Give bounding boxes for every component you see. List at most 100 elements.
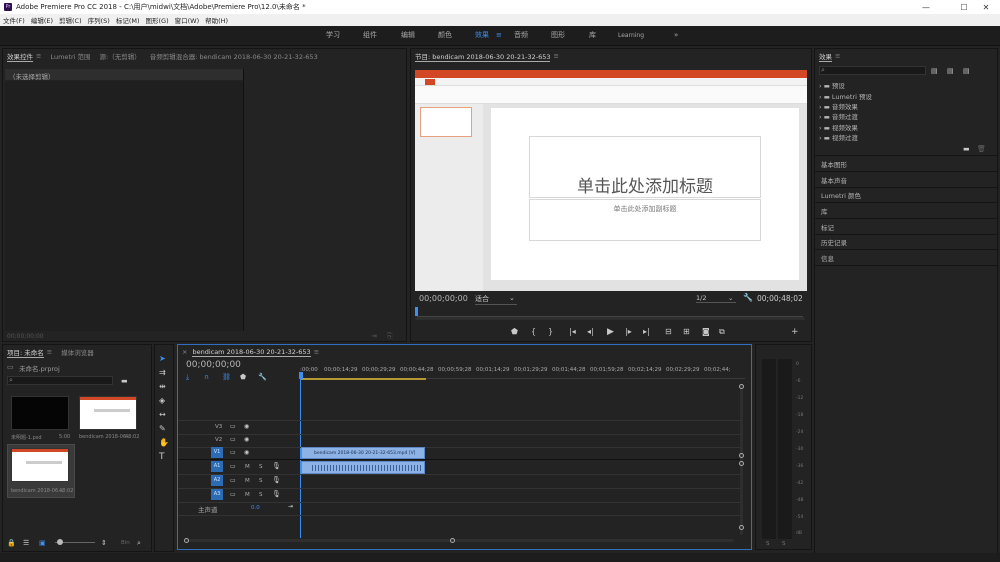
tab-source[interactable]: 源:（无剪辑） [100,51,141,61]
linked-selection-icon[interactable]: ⛓ [222,373,231,381]
workspace-menu-icon[interactable]: ≡ [496,26,502,45]
section-lumetri-color[interactable]: Lumetri 颜色 [821,190,861,200]
lock-icon[interactable]: 🔒 [7,539,16,547]
project-search-input[interactable]: ⌕ [7,376,113,385]
effects-search-input[interactable]: ⌕ [819,66,926,75]
wrench-icon[interactable]: 🔧 [258,373,267,381]
track-select-tool-icon[interactable]: ⇉ [159,369,166,377]
workspace-graphics[interactable]: 图形 [551,26,565,45]
project-item-thumbnail[interactable] [11,396,69,430]
close-button[interactable]: ✕ [972,0,1000,14]
scroll-handle[interactable] [739,525,744,530]
sort-icon[interactable]: ⇕ [101,539,107,547]
track-label-v3[interactable]: V3 [215,424,222,430]
menu-window[interactable]: 窗口(W) [172,15,203,25]
go-to-end-icon[interactable]: ⇥ [288,503,293,511]
type-tool-icon[interactable]: T [159,453,165,462]
meter-solo-button[interactable]: S [782,541,786,547]
workspace-learning[interactable]: Learning [618,26,644,45]
master-volume-value[interactable]: 0.0 [251,505,260,511]
workspace-editing[interactable]: 编辑 [401,26,415,45]
export-icon[interactable]: ⎘ [387,332,393,340]
solo-button[interactable]: S [259,492,263,498]
mute-button[interactable]: M [245,464,250,470]
zoom-slider-handle[interactable] [57,539,63,545]
scroll-handle[interactable] [739,384,744,389]
razor-tool-icon[interactable]: ◈ [159,397,165,405]
32bit-effects-icon[interactable]: ▤ [947,67,954,75]
scroll-handle[interactable] [739,461,744,466]
timeline-menu-icon[interactable]: ≡ [314,348,319,356]
section-markers[interactable]: 标记 [821,222,834,232]
step-forward-icon[interactable]: |▸ [625,328,632,336]
workspace-color[interactable]: 颜色 [438,26,452,45]
solo-button[interactable]: S [259,478,263,484]
workspace-libraries[interactable]: 库 [589,26,596,45]
search-icon[interactable]: ⌕ [137,539,141,547]
extract-icon[interactable]: ⊞ [683,328,690,336]
section-essential-graphics[interactable]: 基本图形 [821,159,847,169]
filter-icon[interactable]: ⇥ [371,332,377,340]
timeline-ruler[interactable]: :00;00 00;00;14;29 00;00;29;29 00;00;44;… [300,365,745,379]
menu-edit[interactable]: 编辑(E) [28,15,56,25]
track-target-v1[interactable]: V1 [211,447,223,458]
tab-menu-icon[interactable]: ≡ [36,52,41,60]
timeline-horizontal-scrollbar[interactable] [186,539,734,542]
video-clip[interactable]: bendicam 2018-06-30 20-21-32-653.mp4 [V] [301,447,425,459]
audio-clip-a1[interactable] [301,461,425,474]
minimize-button[interactable]: — [912,0,940,14]
section-essential-sound[interactable]: 基本声音 [821,175,847,185]
mute-button[interactable]: M [245,478,250,484]
effects-tree-item[interactable]: › ▬ 预设 [819,80,845,90]
list-view-icon[interactable]: ☰ [23,539,29,547]
project-menu-icon[interactable]: ≡ [47,348,52,356]
menu-marker[interactable]: 标记(M) [113,15,143,25]
yuv-effects-icon[interactable]: ▤ [963,67,970,75]
scroll-handle[interactable] [184,538,189,543]
timeline-close-icon[interactable]: × [182,348,187,356]
add-marker-icon[interactable]: ⬟ [240,373,246,381]
hand-tool-icon[interactable]: ✋ [159,439,169,447]
menu-help[interactable]: 帮助(H) [202,15,231,25]
selection-tool-icon[interactable]: ➤ [159,355,166,363]
solo-button[interactable]: S [259,464,263,470]
comparison-view-icon[interactable]: ⧉ [719,328,725,336]
workspace-overflow-icon[interactable]: » [674,26,678,45]
section-libraries[interactable]: 库 [821,206,828,216]
program-playhead[interactable] [415,307,418,316]
program-playhead-timecode[interactable]: 00;00;00;00 [419,294,468,303]
eye-icon[interactable]: ◉ [244,449,249,457]
effects-title[interactable]: 效果 [819,51,832,62]
tab-project[interactable]: 项目: 未命名 [7,347,44,358]
go-to-out-icon[interactable]: ▸| [643,328,650,336]
program-menu-icon[interactable]: ≡ [553,52,558,60]
program-title[interactable]: 节目: bendicam 2018-06-30 20-21-32-653 [415,51,551,62]
mark-out-icon[interactable]: } [548,328,553,336]
play-icon[interactable]: ▶ [607,328,614,337]
mute-button[interactable]: M [245,492,250,498]
workspace-audio[interactable]: 音频 [514,26,528,45]
effects-tree-item[interactable]: › ▬ 视频过渡 [819,132,858,142]
sync-lock-icon[interactable]: ▭ [230,436,236,444]
microphone-icon[interactable]: 🎙 [272,476,281,484]
effects-tree-item[interactable]: › ▬ Lumetri 预设 [819,91,872,101]
track-label-v2[interactable]: V2 [215,437,222,443]
new-bin-icon[interactable]: ▬ [963,145,970,153]
workspace-learn[interactable]: 学习 [326,26,340,45]
tab-audio-clip-mixer[interactable]: 音频剪辑混合器: bendicam 2018-06-30 20-21-32-65… [150,51,318,61]
scroll-handle[interactable] [739,453,744,458]
timeline-vertical-scrollbar[interactable] [740,385,743,535]
program-time-ruler[interactable] [417,309,803,317]
eye-icon[interactable]: ◉ [244,423,249,431]
project-item-thumbnail[interactable] [79,396,137,430]
eye-icon[interactable]: ◉ [244,436,249,444]
workspace-effects[interactable]: 效果 [475,26,489,45]
ripple-edit-tool-icon[interactable]: ⇹ [159,383,166,391]
menu-file[interactable]: 文件(F) [0,15,28,25]
workspace-assembly[interactable]: 组件 [363,26,377,45]
icon-view-icon[interactable]: ▣ [39,539,46,547]
program-video-frame[interactable]: 单击此处添加标题 单击此处添加副标题 [415,70,807,291]
section-info[interactable]: 信息 [821,253,834,263]
add-button-icon[interactable]: + [791,328,799,337]
resolution-dropdown[interactable]: 1/2 ⌄ [696,294,736,303]
